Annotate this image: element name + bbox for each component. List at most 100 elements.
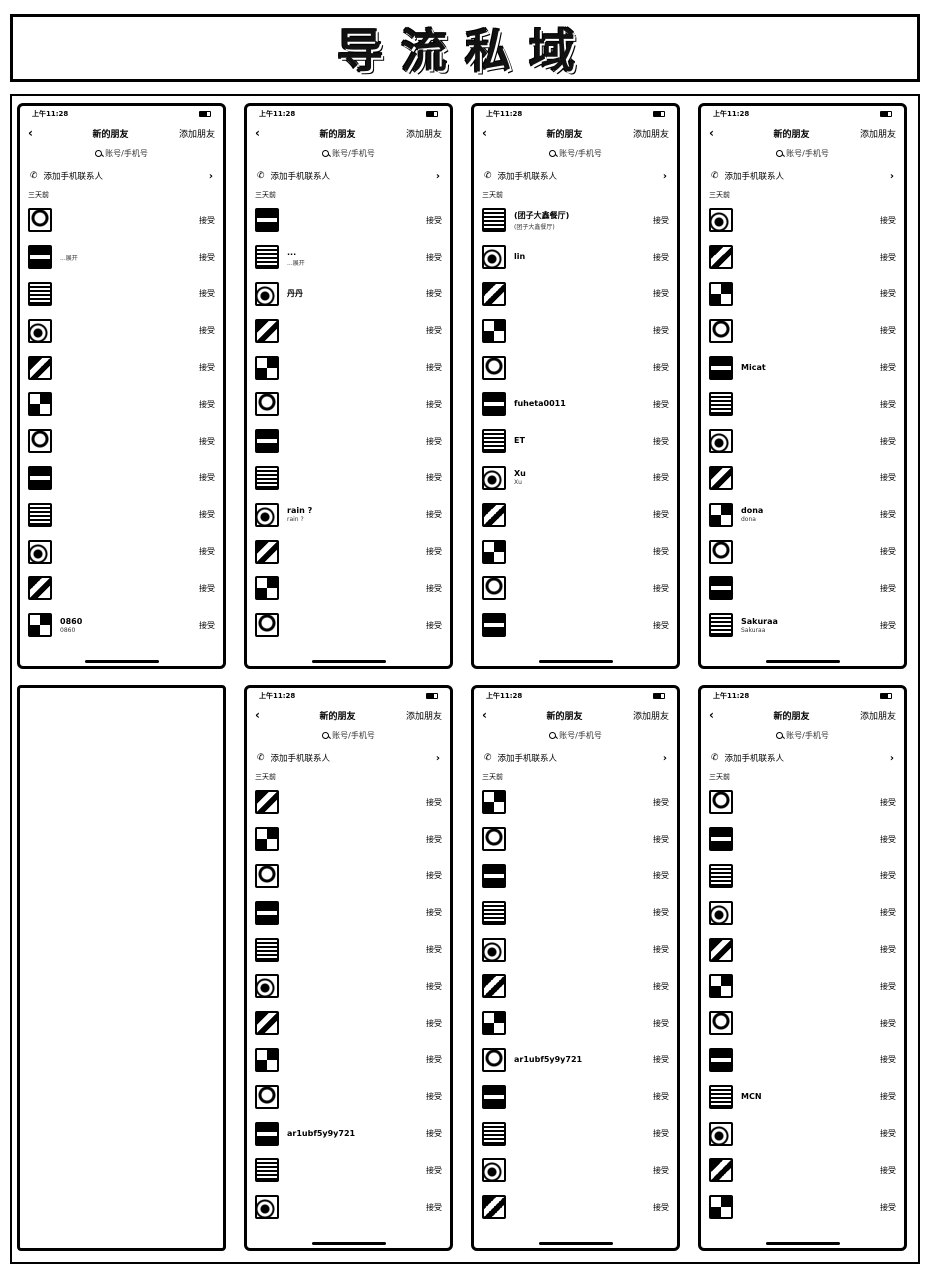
friend-request-row[interactable]: 丹丹 接受	[247, 276, 450, 313]
friend-request-row[interactable]: 接受	[247, 460, 450, 497]
accept-button[interactable]: 接受	[426, 834, 442, 845]
friend-request-row[interactable]: 接受	[20, 570, 223, 607]
back-icon[interactable]: ‹	[709, 126, 723, 140]
accept-button[interactable]: 接受	[653, 362, 669, 373]
friend-request-row[interactable]: 接受	[474, 1115, 677, 1152]
accept-button[interactable]: 接受	[653, 907, 669, 918]
accept-button[interactable]: 接受	[880, 981, 896, 992]
accept-button[interactable]: 接受	[426, 944, 442, 955]
search-input[interactable]: 账号/手机号	[711, 146, 894, 160]
friend-request-row[interactable]: 接受	[247, 349, 450, 386]
accept-button[interactable]: 接受	[653, 981, 669, 992]
accept-button[interactable]: 接受	[426, 907, 442, 918]
accept-button[interactable]: 接受	[653, 399, 669, 410]
friend-request-row[interactable]: 接受	[20, 460, 223, 497]
accept-button[interactable]: 接受	[199, 288, 215, 299]
accept-button[interactable]: 接受	[880, 509, 896, 520]
friend-request-row[interactable]: 接受	[20, 202, 223, 239]
accept-button[interactable]: 接受	[199, 472, 215, 483]
add-friend-button[interactable]: 添加朋友	[406, 127, 442, 140]
accept-button[interactable]: 接受	[653, 797, 669, 808]
friend-request-row[interactable]: 接受	[701, 276, 904, 313]
accept-button[interactable]: 接受	[880, 436, 896, 447]
accept-button[interactable]: 接受	[653, 620, 669, 631]
friend-request-row[interactable]: 接受	[20, 533, 223, 570]
accept-button[interactable]: 接受	[199, 436, 215, 447]
friend-request-row[interactable]: 接受	[701, 858, 904, 895]
friend-request-row[interactable]: 接受	[247, 1152, 450, 1189]
search-input[interactable]: 账号/手机号	[257, 146, 440, 160]
accept-button[interactable]: 接受	[426, 215, 442, 226]
accept-button[interactable]: 接受	[426, 436, 442, 447]
accept-button[interactable]: 接受	[426, 252, 442, 263]
back-icon[interactable]: ‹	[255, 126, 269, 140]
accept-button[interactable]: 接受	[426, 1091, 442, 1102]
friend-request-row[interactable]: fuheta0011 接受	[474, 386, 677, 423]
accept-button[interactable]: 接受	[880, 1202, 896, 1213]
accept-button[interactable]: 接受	[199, 583, 215, 594]
add-friend-button[interactable]: 添加朋友	[633, 127, 669, 140]
friend-request-row[interactable]: 接受	[20, 276, 223, 313]
accept-button[interactable]: 接受	[426, 870, 442, 881]
friend-request-row[interactable]: 接受	[701, 312, 904, 349]
accept-button[interactable]: 接受	[653, 1091, 669, 1102]
friend-request-row[interactable]: 接受	[701, 460, 904, 497]
friend-request-row[interactable]: 接受	[474, 1152, 677, 1189]
add-phone-contacts-row[interactable]: ✆ 添加手机联系人 ›	[247, 746, 450, 770]
friend-request-row[interactable]: 接受	[20, 349, 223, 386]
friend-request-row[interactable]: 接受	[247, 1042, 450, 1079]
accept-button[interactable]: 接受	[880, 399, 896, 410]
accept-button[interactable]: 接受	[880, 1128, 896, 1139]
accept-button[interactable]: 接受	[426, 509, 442, 520]
friend-request-row[interactable]: 接受	[474, 894, 677, 931]
friend-request-row[interactable]: 接受	[247, 386, 450, 423]
friend-request-row[interactable]: MCN 接受	[701, 1078, 904, 1115]
accept-button[interactable]: 接受	[426, 362, 442, 373]
accept-button[interactable]: 接受	[199, 620, 215, 631]
friend-request-row[interactable]: 接受	[247, 894, 450, 931]
add-friend-button[interactable]: 添加朋友	[179, 127, 215, 140]
add-phone-contacts-row[interactable]: ✆ 添加手机联系人 ›	[701, 164, 904, 188]
accept-button[interactable]: 接受	[426, 399, 442, 410]
accept-button[interactable]: 接受	[880, 362, 896, 373]
accept-button[interactable]: 接受	[653, 870, 669, 881]
add-phone-contacts-row[interactable]: ✆ 添加手机联系人 ›	[20, 164, 223, 188]
friend-request-row[interactable]: 接受	[474, 821, 677, 858]
friend-request-row[interactable]: 接受	[247, 607, 450, 644]
friend-request-row[interactable]: 接受	[247, 784, 450, 821]
friend-request-row[interactable]: ar1ubf5y9y721 接受	[474, 1042, 677, 1079]
friend-request-row[interactable]: 接受	[701, 1152, 904, 1189]
friend-request-row[interactable]: 接受	[701, 821, 904, 858]
friend-request-row[interactable]: 接受	[701, 1042, 904, 1079]
accept-button[interactable]: 接受	[653, 472, 669, 483]
accept-button[interactable]: 接受	[880, 1054, 896, 1065]
add-phone-contacts-row[interactable]: ✆ 添加手机联系人 ›	[474, 164, 677, 188]
friend-request-row[interactable]: 接受	[474, 931, 677, 968]
friend-request-row[interactable]: 接受	[474, 968, 677, 1005]
friend-request-row[interactable]: 接受	[701, 931, 904, 968]
accept-button[interactable]: 接受	[653, 1202, 669, 1213]
friend-request-row[interactable]: ar1ubf5y9y721 接受	[247, 1115, 450, 1152]
friend-request-row[interactable]: 接受	[247, 423, 450, 460]
friend-request-row[interactable]: 接受	[701, 784, 904, 821]
friend-request-row[interactable]: ...展开 接受	[20, 239, 223, 276]
add-phone-contacts-row[interactable]: ✆ 添加手机联系人 ›	[247, 164, 450, 188]
friend-request-row[interactable]: 接受	[474, 276, 677, 313]
friend-request-row[interactable]: 接受	[247, 1078, 450, 1115]
search-input[interactable]: 账号/手机号	[257, 728, 440, 742]
accept-button[interactable]: 接受	[199, 325, 215, 336]
add-friend-button[interactable]: 添加朋友	[860, 127, 896, 140]
friend-request-row[interactable]: 接受	[701, 533, 904, 570]
friend-request-row[interactable]: 接受	[247, 968, 450, 1005]
friend-request-row[interactable]: 接受	[701, 968, 904, 1005]
back-icon[interactable]: ‹	[28, 126, 42, 140]
friend-request-row[interactable]: ... ...展开 接受	[247, 239, 450, 276]
back-icon[interactable]: ‹	[255, 708, 269, 722]
accept-button[interactable]: 接受	[426, 1165, 442, 1176]
friend-request-row[interactable]: 接受	[701, 239, 904, 276]
accept-button[interactable]: 接受	[426, 583, 442, 594]
friend-request-row[interactable]: ET 接受	[474, 423, 677, 460]
accept-button[interactable]: 接受	[880, 1091, 896, 1102]
friend-request-row[interactable]: 接受	[474, 784, 677, 821]
accept-button[interactable]: 接受	[426, 1202, 442, 1213]
